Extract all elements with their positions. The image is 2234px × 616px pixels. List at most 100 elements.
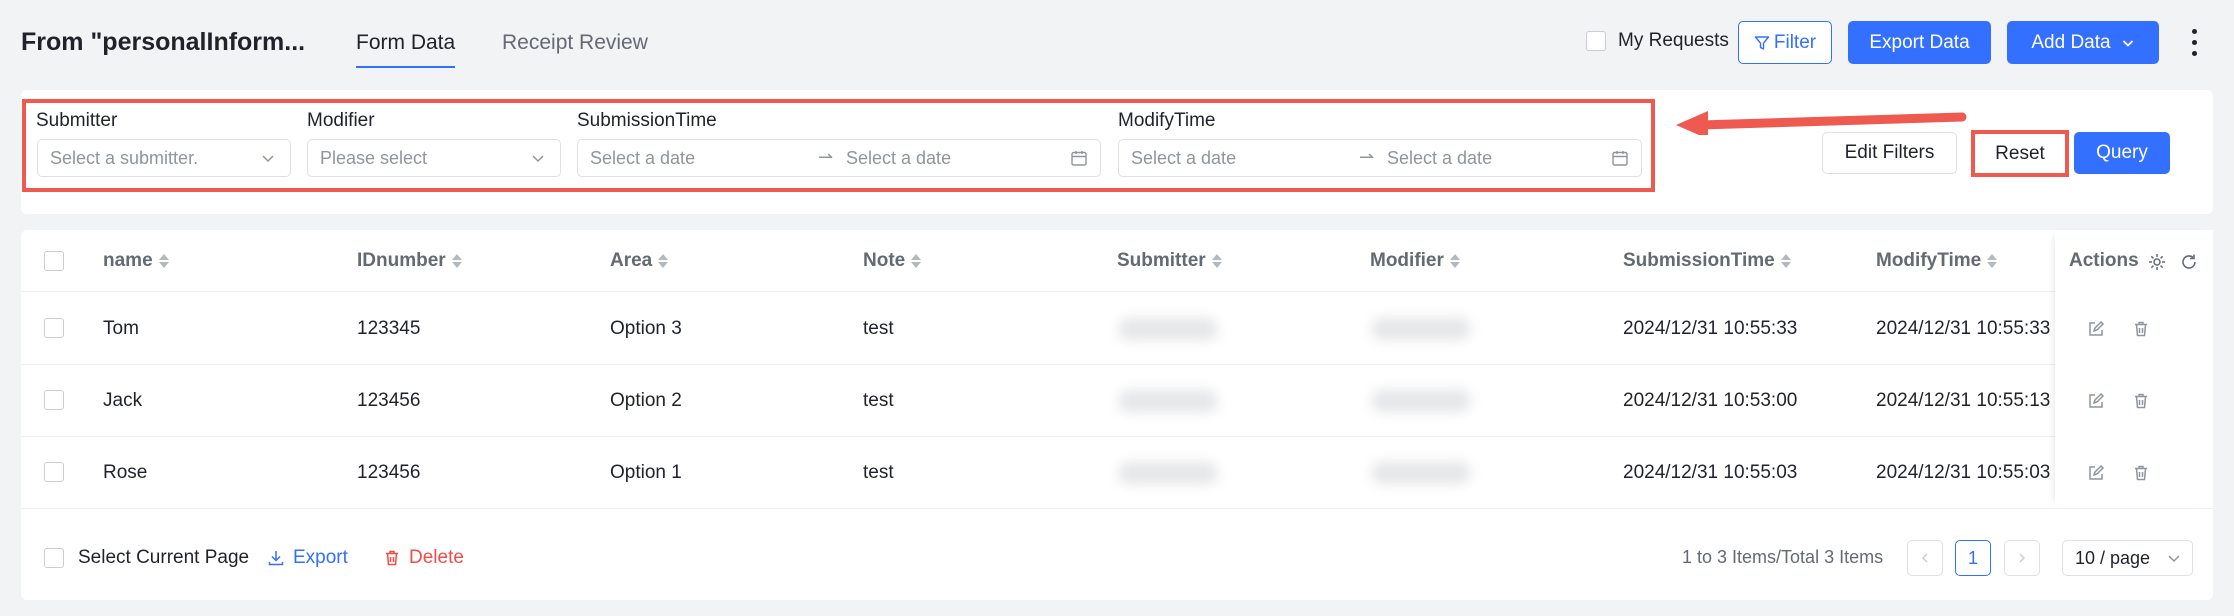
row-divider bbox=[21, 291, 2213, 292]
chevron-right-icon bbox=[2019, 553, 2026, 563]
column-header-note[interactable]: Note bbox=[863, 250, 922, 272]
add-data-button[interactable]: Add Data bbox=[2007, 21, 2159, 64]
actions-header: Actions bbox=[2069, 250, 2139, 271]
page-title: From "personalInform... bbox=[21, 28, 306, 56]
tab-receipt-review[interactable]: Receipt Review bbox=[502, 31, 648, 55]
modify-end-placeholder: Select a date bbox=[1387, 147, 1493, 168]
chevron-down-icon bbox=[2168, 555, 2180, 563]
column-header-submitter[interactable]: Submitter bbox=[1117, 250, 1222, 272]
column-header-area[interactable]: Area bbox=[610, 250, 669, 272]
trash-icon[interactable] bbox=[2132, 320, 2150, 338]
prev-page-button[interactable] bbox=[1907, 540, 1943, 576]
column-label: name bbox=[103, 250, 153, 271]
reset-button[interactable]: Reset bbox=[1980, 136, 2060, 172]
filter-button[interactable]: Filter bbox=[1738, 21, 1832, 64]
column-label: ModifyTime bbox=[1876, 250, 1982, 271]
sort-icon[interactable] bbox=[1449, 254, 1460, 268]
column-label: IDnumber bbox=[357, 250, 446, 271]
submission-start-placeholder: Select a date bbox=[590, 147, 696, 168]
submission-time-filter-label: SubmissionTime bbox=[577, 110, 717, 131]
filter-icon bbox=[1754, 35, 1770, 50]
row-divider bbox=[21, 508, 2213, 509]
submitter-placeholder: Select a submitter. bbox=[50, 147, 199, 168]
row-checkbox[interactable] bbox=[44, 318, 64, 338]
data-table bbox=[21, 230, 2213, 600]
cell-idnumber: 123456 bbox=[357, 462, 421, 483]
trash-icon[interactable] bbox=[2132, 464, 2150, 482]
redacted-modifier bbox=[1371, 462, 1471, 484]
submitter-select[interactable]: Select a submitter. bbox=[37, 139, 291, 177]
page-size-select[interactable]: 10 / page bbox=[2062, 540, 2193, 576]
refresh-icon[interactable] bbox=[2179, 252, 2199, 272]
range-arrow-icon: ⇀ bbox=[1359, 147, 1375, 167]
query-button[interactable]: Query bbox=[2074, 132, 2170, 174]
cell-submissiontime: 2024/12/31 10:55:33 bbox=[1623, 318, 1798, 339]
sort-icon[interactable] bbox=[158, 254, 169, 268]
redacted-submitter bbox=[1118, 390, 1218, 412]
trash-icon[interactable] bbox=[2132, 392, 2150, 410]
select-current-page[interactable]: Select Current Page bbox=[44, 547, 249, 569]
column-label: Submitter bbox=[1117, 250, 1206, 271]
redacted-modifier bbox=[1371, 390, 1471, 412]
edit-filters-button[interactable]: Edit Filters bbox=[1822, 132, 1957, 174]
modify-time-filter-label: ModifyTime bbox=[1118, 110, 1216, 131]
delete-link-label: Delete bbox=[409, 547, 464, 568]
select-page-checkbox[interactable] bbox=[44, 548, 64, 568]
export-data-button[interactable]: Export Data bbox=[1848, 21, 1991, 64]
sort-icon[interactable] bbox=[451, 254, 462, 268]
modifier-placeholder: Please select bbox=[320, 147, 428, 168]
submission-time-range[interactable]: Select a date ⇀ Select a date bbox=[577, 139, 1101, 177]
export-link[interactable]: Export bbox=[267, 547, 348, 569]
row-divider bbox=[21, 364, 2213, 365]
sort-icon[interactable] bbox=[1780, 254, 1791, 268]
tab-form-data[interactable]: Form Data bbox=[356, 31, 456, 68]
column-header-modifytime[interactable]: ModifyTime bbox=[1876, 250, 1998, 272]
redacted-submitter bbox=[1118, 462, 1218, 484]
page-size-value: 10 / page bbox=[2075, 547, 2151, 568]
cell-note: test bbox=[863, 390, 894, 411]
select-all-checkbox[interactable] bbox=[44, 251, 64, 271]
submission-end-placeholder: Select a date bbox=[846, 147, 952, 168]
page-number-button[interactable]: 1 bbox=[1955, 540, 1991, 576]
modifier-filter-label: Modifier bbox=[307, 110, 375, 131]
next-page-button[interactable] bbox=[2004, 540, 2040, 576]
cell-idnumber: 123456 bbox=[357, 390, 421, 411]
chevron-down-icon bbox=[262, 155, 274, 163]
select-page-label: Select Current Page bbox=[78, 547, 250, 568]
edit-icon[interactable] bbox=[2087, 392, 2105, 410]
column-header-submissiontime[interactable]: SubmissionTime bbox=[1623, 250, 1791, 272]
row-checkbox[interactable] bbox=[44, 390, 64, 410]
edit-icon[interactable] bbox=[2087, 464, 2105, 482]
sort-icon[interactable] bbox=[1211, 254, 1222, 268]
my-requests-checkbox[interactable] bbox=[1586, 31, 1606, 51]
sort-icon[interactable] bbox=[658, 254, 669, 268]
export-link-label: Export bbox=[293, 547, 348, 568]
more-options-icon[interactable] bbox=[2184, 22, 2204, 62]
sort-icon[interactable] bbox=[1987, 254, 1998, 268]
sort-icon[interactable] bbox=[911, 254, 922, 268]
cell-note: test bbox=[863, 462, 894, 483]
cell-submissiontime: 2024/12/31 10:55:03 bbox=[1623, 462, 1798, 483]
modify-start-placeholder: Select a date bbox=[1131, 147, 1237, 168]
column-header-modifier[interactable]: Modifier bbox=[1370, 250, 1460, 272]
delete-link[interactable]: Delete bbox=[383, 547, 464, 569]
modify-time-range[interactable]: Select a date ⇀ Select a date bbox=[1118, 139, 1642, 177]
my-requests-toggle[interactable]: My Requests bbox=[1586, 30, 1729, 52]
column-header-idnumber[interactable]: IDnumber bbox=[357, 250, 462, 272]
cell-name: Tom bbox=[103, 318, 139, 339]
column-label: SubmissionTime bbox=[1623, 250, 1775, 271]
cell-name: Rose bbox=[103, 462, 148, 483]
row-divider bbox=[21, 436, 2213, 437]
column-header-name[interactable]: name bbox=[103, 250, 169, 272]
column-label: Note bbox=[863, 250, 906, 271]
row-checkbox[interactable] bbox=[44, 462, 64, 482]
settings-icon[interactable] bbox=[2147, 252, 2167, 272]
my-requests-label: My Requests bbox=[1618, 30, 1729, 51]
cell-area: Option 3 bbox=[610, 318, 682, 339]
submitter-filter-label: Submitter bbox=[36, 110, 118, 131]
edit-icon[interactable] bbox=[2087, 320, 2105, 338]
modifier-select[interactable]: Please select bbox=[307, 139, 561, 177]
download-icon bbox=[268, 551, 284, 566]
calendar-icon bbox=[1071, 151, 1087, 166]
column-label: Area bbox=[610, 250, 653, 271]
